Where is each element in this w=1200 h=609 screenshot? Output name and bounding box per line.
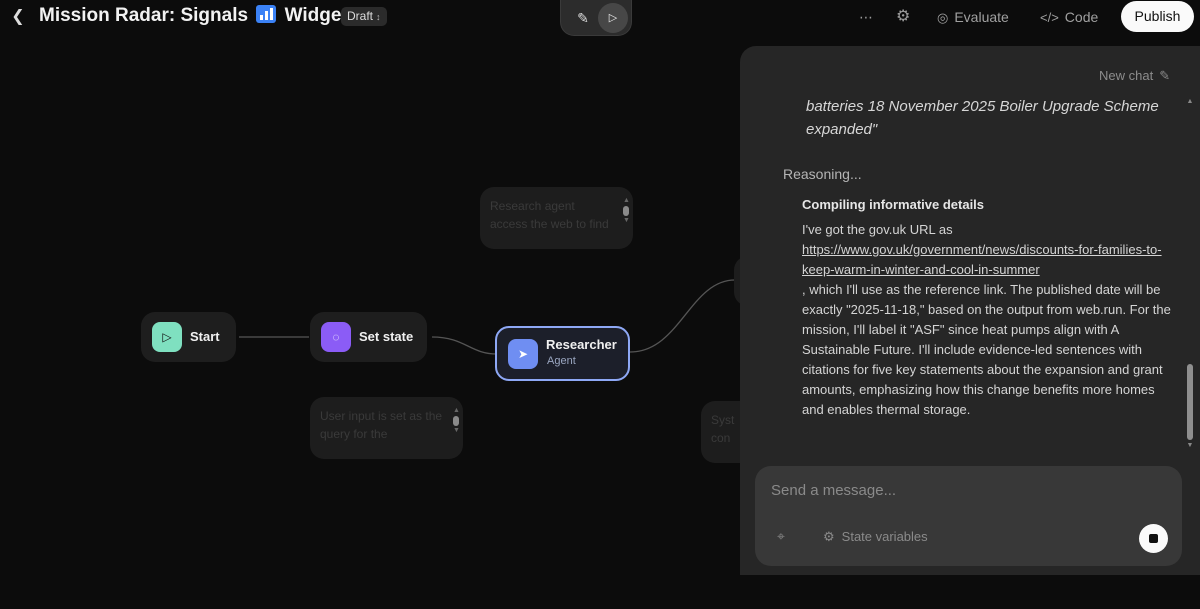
stop-button[interactable] bbox=[1139, 524, 1168, 553]
attach-button[interactable]: ⌖ bbox=[777, 528, 785, 545]
mode-toggle: ✎ ▷ bbox=[560, 0, 632, 36]
dashed-circle-icon: ◌ bbox=[321, 322, 351, 352]
set-state-node[interactable]: ◌ Set state bbox=[310, 312, 427, 362]
gear-icon: ⚙ bbox=[896, 8, 911, 25]
state-variables-label: State variables bbox=[841, 529, 928, 544]
play-icon: ▷ bbox=[608, 12, 618, 24]
chat-scrollbar[interactable]: ▲ ▼ bbox=[1186, 98, 1194, 449]
note-scrollbar[interactable]: ▲ ▼ bbox=[453, 407, 460, 434]
start-node[interactable]: ▷ Start bbox=[141, 312, 236, 362]
researcher-node[interactable]: ➤ Researcher Agent bbox=[495, 326, 630, 381]
node-sublabel: Agent bbox=[547, 355, 576, 367]
state-variables-button[interactable]: ⚙ State variables bbox=[823, 529, 928, 545]
page-title[interactable]: Mission Radar: Signals Widget bbox=[39, 5, 348, 27]
message-input[interactable]: Send a message... bbox=[771, 482, 896, 499]
title-text: Mission Radar: Signals bbox=[39, 5, 249, 26]
edge-researcher-next bbox=[629, 279, 736, 353]
cursor-icon: ➤ bbox=[508, 339, 538, 369]
chevron-left-icon: ❮ bbox=[11, 8, 25, 25]
reasoning-title: Compiling informative details bbox=[802, 197, 985, 212]
code-label: Code bbox=[1064, 9, 1099, 25]
title-suffix: Widget bbox=[284, 5, 348, 26]
reasoning-intro: I've got the gov.uk URL as bbox=[802, 222, 953, 237]
note-text: User input is set as the query for the bbox=[320, 409, 443, 441]
evaluate-label: Evaluate bbox=[954, 9, 1009, 25]
stop-icon bbox=[1149, 534, 1158, 543]
compass-icon: ◎ bbox=[937, 10, 949, 25]
code-icon: </> bbox=[1040, 10, 1059, 25]
new-chat-label: New chat bbox=[1099, 68, 1154, 83]
top-bar: ❮ Mission Radar: Signals Widget Draft ↕ ✎… bbox=[0, 0, 1200, 36]
edge-setstate-researcher bbox=[431, 336, 498, 355]
workflow-canvas[interactable]: Research agent access the web to find ▲ ▼… bbox=[0, 34, 764, 575]
scroll-up-arrow[interactable]: ▲ bbox=[1186, 98, 1194, 105]
researcher-note[interactable]: Research agent access the web to find ▲ ▼ bbox=[480, 187, 633, 249]
note-text: Syst con bbox=[711, 413, 735, 445]
node-label: Set state bbox=[359, 329, 414, 344]
node-label: Researcher bbox=[546, 337, 617, 352]
paperclip-icon: ⌖ bbox=[777, 528, 785, 544]
bar-chart-emoji bbox=[256, 5, 277, 23]
scroll-thumb[interactable] bbox=[1187, 364, 1193, 440]
quoted-message: batteries 18 November 2025 Boiler Upgrad… bbox=[806, 98, 1159, 138]
reasoning-rest: , which I'll use as the reference link. … bbox=[802, 282, 1171, 417]
edit-icon: ✎ bbox=[1159, 68, 1171, 83]
chat-panel: New chat ✎ batteries 18 November 2025 Boi… bbox=[740, 46, 1200, 575]
back-button[interactable]: ❮ bbox=[8, 6, 28, 28]
chevron-updown-icon: ↕ bbox=[376, 12, 381, 22]
publish-button[interactable]: Publish bbox=[1121, 1, 1194, 32]
code-button[interactable]: </> Code bbox=[1040, 8, 1098, 27]
node-label: Start bbox=[190, 329, 220, 344]
set-state-note[interactable]: User input is set as the query for the ▲… bbox=[310, 397, 463, 459]
more-button[interactable]: ⋯ bbox=[859, 8, 873, 26]
scroll-down-arrow[interactable]: ▼ bbox=[1186, 442, 1194, 449]
edit-mode-button[interactable]: ✎ bbox=[572, 7, 594, 29]
reasoning-body: I've got the gov.uk URL as https://www.g… bbox=[802, 220, 1172, 420]
reasoning-label[interactable]: Reasoning... bbox=[783, 166, 862, 182]
note-scrollbar[interactable]: ▲ ▼ bbox=[623, 197, 630, 224]
note-text: Research agent access the web to find bbox=[490, 199, 609, 231]
pencil-icon: ✎ bbox=[577, 10, 589, 26]
status-label: Draft bbox=[347, 9, 374, 23]
reasoning-link[interactable]: https://www.gov.uk/government/news/disco… bbox=[802, 242, 1162, 277]
new-chat-button[interactable]: New chat ✎ bbox=[1099, 68, 1170, 84]
status-dropdown[interactable]: Draft ↕ bbox=[341, 7, 387, 26]
message-composer: Send a message... ⌖ ⚙ State variables bbox=[755, 466, 1182, 566]
play-icon: ▷ bbox=[152, 322, 182, 352]
evaluate-button[interactable]: ◎ Evaluate bbox=[937, 8, 1009, 27]
ellipsis-icon: ⋯ bbox=[859, 9, 873, 25]
settings-button[interactable]: ⚙ bbox=[896, 8, 910, 26]
gear-icon: ⚙ bbox=[823, 529, 835, 544]
preview-mode-button[interactable]: ▷ bbox=[598, 3, 628, 33]
